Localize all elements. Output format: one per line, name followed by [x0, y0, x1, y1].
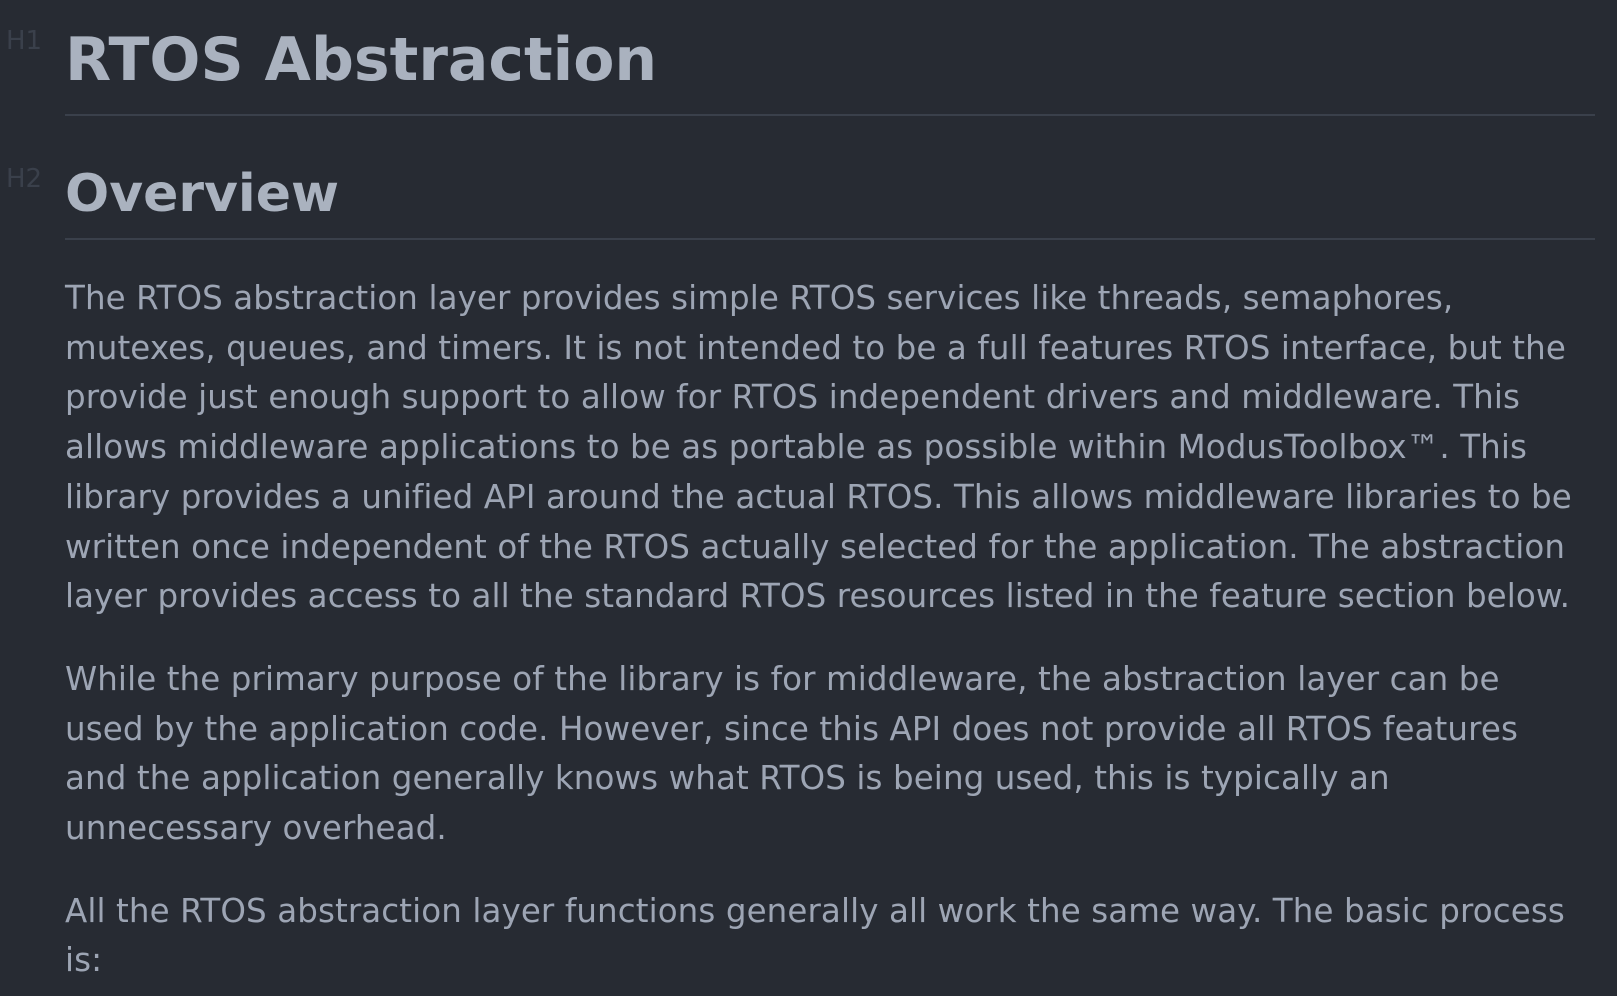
paragraph-line: While the primary purpose of the library… [65, 659, 1500, 698]
paragraph-line: The RTOS abstraction layer provides simp… [65, 279, 1454, 317]
paragraph-line: mutexes, queues, and timers. It is not i… [65, 328, 1566, 367]
paragraph-line: layer provides access to all the standar… [65, 577, 1571, 616]
paragraph-line: All the RTOS abstraction layer functions… [65, 891, 1565, 930]
paragraph-purpose: While the primary purpose of the library… [65, 655, 1595, 854]
paragraph-line: unnecessary overhead. [65, 809, 447, 848]
paragraph-line: is: [65, 941, 103, 980]
paragraph-process: All the RTOS abstraction layer functions… [65, 887, 1595, 986]
paragraph-line: used by the application code. However, s… [65, 709, 1518, 748]
document-body: RTOS Abstraction Overview The RTOS abstr… [65, 0, 1595, 986]
paragraph-line: written once independent of the RTOS act… [65, 527, 1566, 566]
paragraph-line: library provides a unified API around th… [65, 477, 1572, 516]
paragraph-intro: The RTOS abstraction layer provides simp… [65, 274, 1595, 622]
h2-marker: H2 [6, 164, 43, 194]
h1-marker: H1 [6, 26, 43, 56]
paragraph-line: allows middleware applications to be as … [65, 428, 1528, 467]
page-title: RTOS Abstraction [65, 0, 1595, 116]
paragraph-line: provide just enough support to allow for… [65, 378, 1521, 417]
paragraph-line: and the application generally knows what… [65, 759, 1390, 798]
section-heading-overview: Overview [65, 164, 1595, 240]
